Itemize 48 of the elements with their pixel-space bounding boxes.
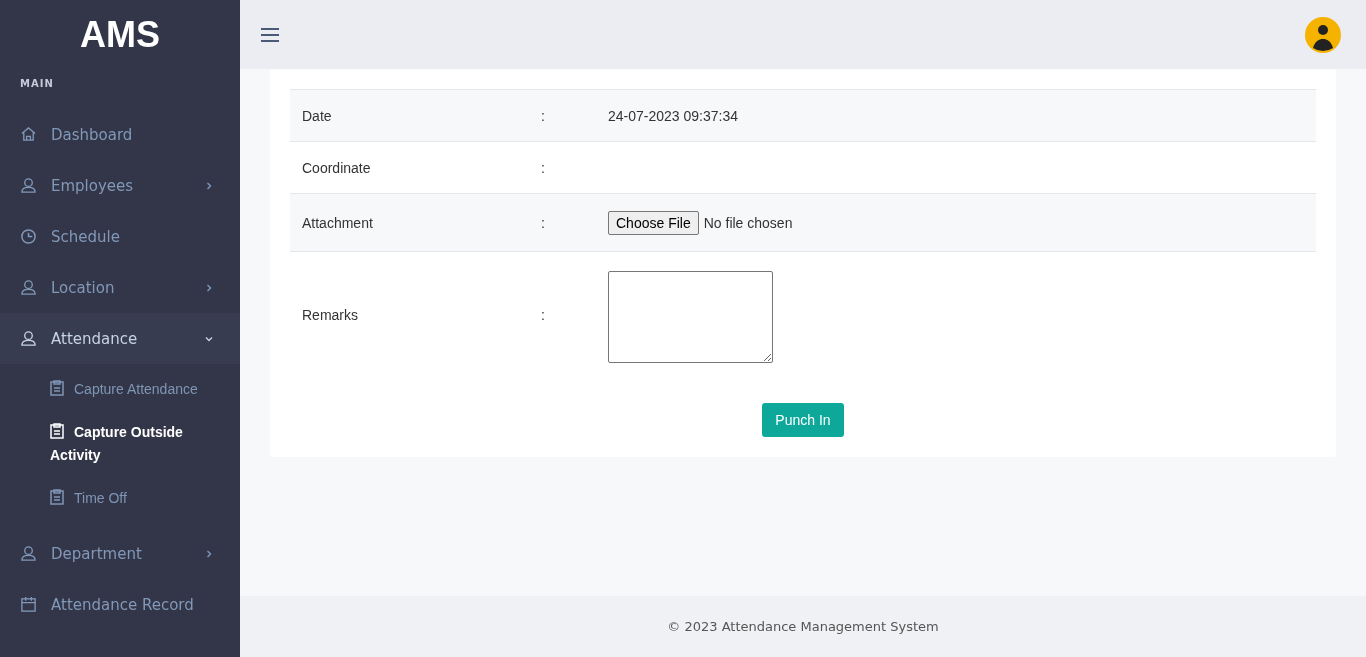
clock-icon [20, 228, 37, 245]
brand-logo: AMS [80, 13, 160, 57]
sidebar-item-label: Department [51, 544, 143, 563]
field-label: Coordinate [301, 159, 372, 176]
field-label: Attachment [301, 214, 374, 231]
calendar-icon [20, 596, 37, 613]
field-value: 24-07-2023 09:37:34 [608, 107, 738, 124]
colon-separator: : [541, 107, 546, 124]
chevron-right-icon [204, 282, 214, 293]
clipboard-icon [50, 423, 64, 439]
colon-separator: : [541, 306, 546, 323]
person-icon [20, 545, 37, 562]
submenu-item[interactable]: Capture Outside Activity [0, 411, 220, 477]
choose-file-button[interactable]: Choose File [608, 210, 699, 235]
section-label: MAIN [19, 77, 55, 91]
sidebar-item[interactable]: Attendance [0, 313, 240, 364]
sidebar-item[interactable]: Schedule [0, 211, 240, 262]
sidebar-item[interactable]: Location [0, 262, 240, 313]
sidebar-item[interactable]: Dashboard [0, 109, 240, 160]
file-status: No file chosen [703, 214, 793, 231]
colon-separator: : [541, 159, 546, 176]
sidebar-item[interactable]: Attendance Record [0, 579, 240, 630]
field-label: Remarks [301, 306, 359, 323]
sidebar-item-label: Location [51, 278, 116, 297]
submenu-item[interactable]: Capture Attendance [0, 368, 220, 411]
person-icon [20, 330, 37, 347]
avatar[interactable] [1305, 16, 1341, 53]
clipboard-icon [50, 489, 64, 505]
remarks-field[interactable] [608, 271, 773, 363]
sidebar-item[interactable]: Employees [0, 160, 240, 211]
colon-separator: : [541, 214, 546, 231]
sidebar-item[interactable]: Department [0, 528, 240, 579]
home-icon [20, 126, 37, 143]
menu-button[interactable] [260, 27, 280, 42]
sidebar-item-label: Dashboard [51, 125, 134, 144]
footer-text: © 2023 Attendance Management System [667, 619, 939, 634]
sidebar-item-label: Schedule [51, 227, 121, 246]
sidebar-item-label: Employees [51, 176, 135, 195]
submenu-item[interactable]: Time Off [0, 477, 220, 520]
chevron-right-icon [204, 180, 214, 191]
clipboard-icon [50, 380, 64, 396]
person-icon [20, 177, 37, 194]
sidebar-item-label: Attendance [51, 329, 139, 348]
punch-in-button[interactable]: Punch In [762, 403, 844, 437]
chevron-right-icon [204, 548, 214, 559]
field-label: Date [301, 107, 333, 124]
sidebar-item-label: Attendance Record [51, 595, 195, 614]
person-icon [20, 279, 37, 296]
